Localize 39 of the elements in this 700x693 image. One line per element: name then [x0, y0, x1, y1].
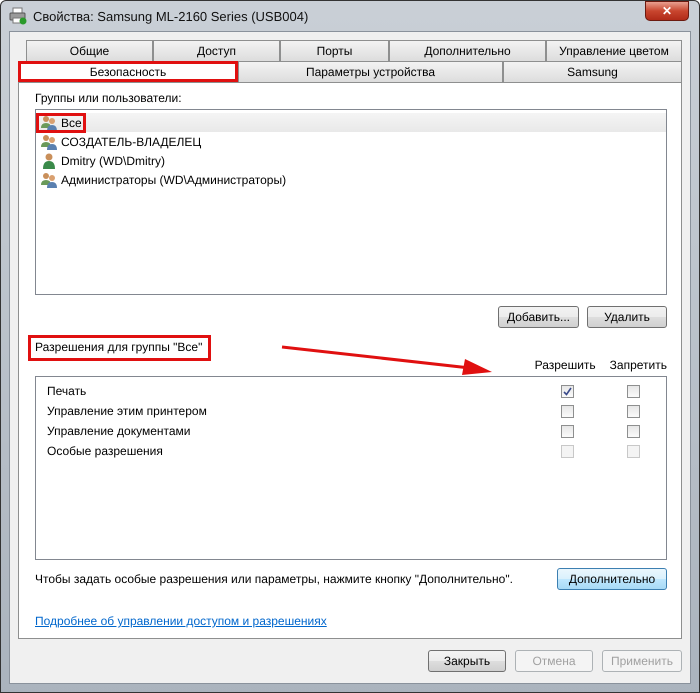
user-item[interactable]: Все	[36, 113, 666, 132]
permission-name: Печать	[47, 384, 88, 398]
printer-icon	[9, 7, 27, 25]
column-header: Запретить	[610, 358, 667, 372]
allow-checkbox[interactable]	[560, 424, 574, 438]
advanced-button[interactable]: Дополнительно	[557, 568, 667, 590]
groups-label: Группы или пользователи:	[35, 91, 183, 105]
dialog-button[interactable]: Добавить...	[498, 306, 579, 328]
tab[interactable]: Управление цветом	[546, 40, 682, 61]
user-item[interactable]: Администраторы (WD\Администраторы)	[36, 170, 666, 189]
user-item[interactable]: СОЗДАТЕЛЬ-ВЛАДЕЛЕЦ	[36, 132, 666, 151]
tab[interactable]: Порты	[280, 40, 389, 61]
tab[interactable]: Безопасность	[18, 61, 238, 82]
deny-checkbox[interactable]	[626, 384, 640, 398]
permission-name: Управление документами	[47, 424, 192, 438]
allow-checkbox[interactable]	[560, 384, 574, 398]
tab[interactable]: Samsung	[503, 61, 682, 82]
tab[interactable]: Параметры устройства	[238, 61, 503, 82]
column-header: Разрешить	[534, 358, 596, 372]
dialog-button[interactable]: Закрыть	[428, 650, 506, 672]
window-title: Свойства: Samsung ML-2160 Series (USB004)	[33, 8, 308, 24]
allow-checkbox[interactable]	[560, 404, 574, 418]
user-icon	[40, 152, 58, 168]
tab[interactable]: Доступ	[153, 40, 280, 61]
users-icon	[40, 172, 58, 188]
close-button[interactable]: ✕	[645, 1, 689, 21]
users-icon	[40, 134, 58, 150]
users-icon	[40, 114, 58, 130]
tab[interactable]: Общие	[26, 40, 153, 61]
help-link[interactable]: Подробнее об управлении доступом и разрешениях	[35, 614, 327, 628]
permissions-label: Разрешения для группы "Все"	[31, 338, 208, 358]
user-item[interactable]: Dmitry (WD\Dmitry)	[36, 151, 666, 170]
hint-text: Чтобы задать особые разрешения или параметры, нажмите кнопку "Дополнительно".	[35, 572, 513, 586]
dialog-button[interactable]: Удалить	[587, 306, 667, 328]
deny-checkbox[interactable]	[626, 404, 640, 418]
deny-checkbox[interactable]	[626, 424, 640, 438]
tab[interactable]: Дополнительно	[389, 40, 546, 61]
permission-name: Управление этим принтером	[47, 404, 208, 418]
permission-name: Особые разрешения	[47, 444, 164, 458]
